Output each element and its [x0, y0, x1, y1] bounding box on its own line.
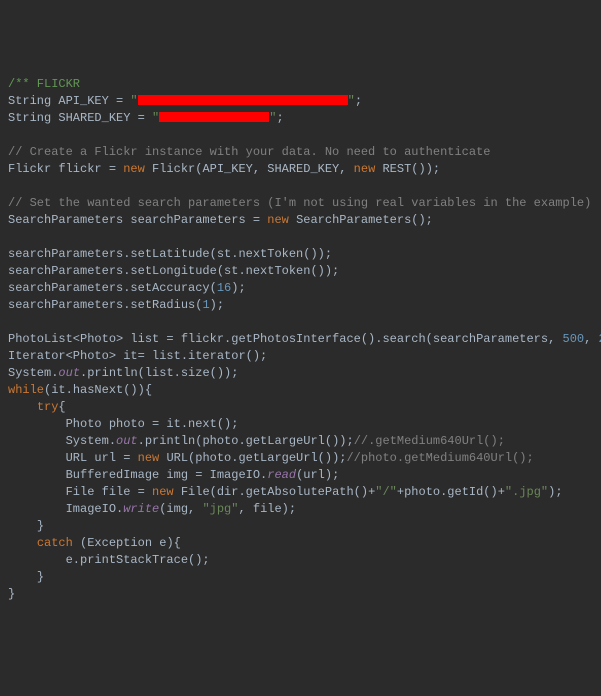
static-field: out — [58, 366, 80, 380]
keyword-try: try — [37, 400, 59, 414]
code-line: { — [58, 400, 65, 414]
keyword-new: new — [138, 451, 167, 465]
string-quote: " — [152, 111, 159, 125]
code-line: +photo.getId()+ — [397, 485, 505, 499]
code-line: ); — [231, 281, 245, 295]
code-line: , file); — [238, 502, 296, 516]
code-line: SearchParameters(); — [296, 213, 433, 227]
code-line: searchParameters.setAccuracy( — [8, 281, 217, 295]
code-line: File(dir.getAbsolutePath()+ — [181, 485, 375, 499]
code-line: Flickr(API_KEY, SHARED_KEY, — [152, 162, 354, 176]
doc-comment: /** FLICKR — [8, 77, 80, 91]
code-line: searchParameters.setRadius( — [8, 298, 202, 312]
code-line: (it.hasNext()){ — [44, 383, 152, 397]
code-line: PhotoList<Photo> list = flickr.getPhotos… — [8, 332, 563, 346]
brace: } — [8, 587, 15, 601]
string: "/" — [375, 485, 397, 499]
code-line: BufferedImage img = ImageIO. — [66, 468, 268, 482]
code-line: SearchParameters searchParameters = — [8, 213, 267, 227]
code-line: .println(photo.getLargeUrl()); — [138, 434, 354, 448]
brace: } — [37, 570, 44, 584]
code-line: e.printStackTrace(); — [66, 553, 210, 567]
keyword-new: new — [152, 485, 181, 499]
code-line: searchParameters.setLatitude(st.nextToke… — [8, 247, 332, 261]
redacted-api-key — [138, 95, 348, 105]
code-line: File file = — [66, 485, 152, 499]
number: 500 — [563, 332, 585, 346]
code-line: Iterator<Photo> it= list.iterator(); — [8, 349, 267, 363]
code-line: , — [584, 332, 598, 346]
semicolon: ; — [355, 94, 362, 108]
keyword-catch: catch — [37, 536, 80, 550]
number: 16 — [217, 281, 231, 295]
code-line: ); — [210, 298, 224, 312]
code-block: /** FLICKR String API_KEY = " "; String S… — [8, 76, 593, 603]
code-line: Photo photo = it.next(); — [66, 417, 239, 431]
code-line: (Exception e){ — [80, 536, 181, 550]
string: ".jpg" — [505, 485, 548, 499]
keyword-new: new — [354, 162, 383, 176]
string-quote: " — [348, 94, 355, 108]
static-method: read — [267, 468, 296, 482]
static-field: out — [116, 434, 138, 448]
code-line: URL(photo.getLargeUrl()); — [166, 451, 346, 465]
code-line: (url); — [296, 468, 339, 482]
comment: //photo.getMedium640Url(); — [346, 451, 533, 465]
keyword-new: new — [267, 213, 296, 227]
comment: //.getMedium640Url(); — [354, 434, 505, 448]
code-line: String SHARED_KEY = — [8, 111, 152, 125]
comment: // Create a Flickr instance with your da… — [8, 145, 490, 159]
code-line: ImageIO. — [66, 502, 124, 516]
comment: // Set the wanted search parameters (I'm… — [8, 196, 591, 210]
keyword-while: while — [8, 383, 44, 397]
code-line: ); — [548, 485, 562, 499]
keyword-new: new — [123, 162, 152, 176]
code-line: searchParameters.setLongitude(st.nextTok… — [8, 264, 339, 278]
code-line: System. — [66, 434, 116, 448]
code-line: String API_KEY = — [8, 94, 130, 108]
code-line: Flickr flickr = — [8, 162, 123, 176]
redacted-shared-key — [159, 112, 269, 122]
string: "jpg" — [202, 502, 238, 516]
number: 1 — [202, 298, 209, 312]
code-line: (img, — [159, 502, 202, 516]
code-line: System. — [8, 366, 58, 380]
code-line: .println(list.size()); — [80, 366, 238, 380]
string-quote: " — [130, 94, 137, 108]
static-method: write — [123, 502, 159, 516]
brace: } — [37, 519, 44, 533]
semicolon: ; — [276, 111, 283, 125]
code-line: REST()); — [382, 162, 440, 176]
code-line: URL url = — [66, 451, 138, 465]
